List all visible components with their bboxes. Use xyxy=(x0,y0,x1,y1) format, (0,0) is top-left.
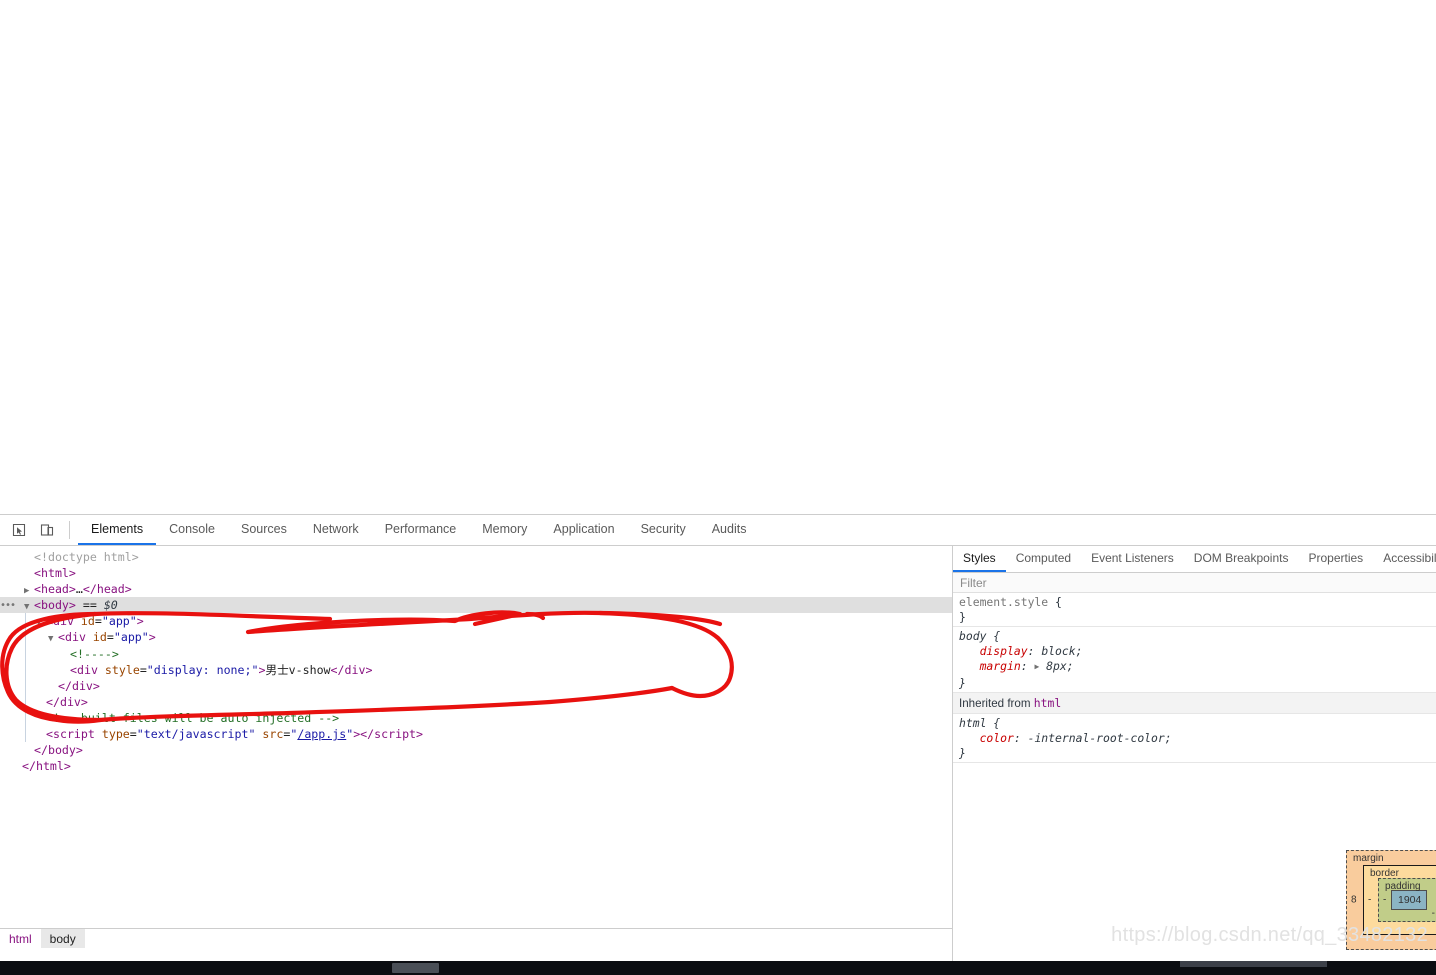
dom-tree-line[interactable]: <!-- built files will be auto injected -… xyxy=(0,710,952,726)
devtools-tab-strip: Elements Console Sources Network Perform… xyxy=(78,515,759,545)
box-model-diagram: margin 8 8 8 border - - - padding - xyxy=(1346,850,1436,950)
breadcrumb-item-html[interactable]: html xyxy=(0,929,41,948)
tab-properties[interactable]: Properties xyxy=(1298,546,1373,572)
scrollbar-thumb[interactable] xyxy=(392,963,439,973)
declaration-value[interactable]: 8px xyxy=(1046,659,1067,673)
tab-security[interactable]: Security xyxy=(628,515,699,545)
box-model-border-left[interactable]: - xyxy=(1368,895,1371,906)
dom-tree-pane[interactable]: <!doctype html> <html> ▶ <head>…</head> ••• ▼… xyxy=(0,546,952,962)
styles-filter-row xyxy=(953,573,1436,593)
box-model-padding-bottom[interactable]: - xyxy=(1432,908,1435,919)
declaration-value[interactable]: -internal-root-color xyxy=(1028,731,1165,745)
styles-tab-strip: Styles Computed Event Listeners DOM Brea… xyxy=(953,546,1436,573)
dom-tree-line[interactable]: ▼ <div id="app"> xyxy=(0,613,952,629)
declaration-name[interactable]: display xyxy=(980,644,1028,658)
dom-tree-line[interactable]: </div> xyxy=(0,678,952,694)
box-model-padding[interactable]: padding - - 1904 xyxy=(1378,878,1436,922)
chevron-right-icon[interactable]: ▶ xyxy=(1034,660,1039,675)
tab-elements[interactable]: Elements xyxy=(78,515,157,545)
tab-audits[interactable]: Audits xyxy=(699,515,760,545)
page-viewport[interactable] xyxy=(0,0,1436,514)
inherited-label: Inherited from xyxy=(959,697,1031,711)
dom-tree-line[interactable]: ••• ▼ <body> == $0 xyxy=(0,597,952,614)
box-model-margin[interactable]: margin 8 8 8 border - - - padding - xyxy=(1346,850,1436,950)
dom-tree-line[interactable]: ▼ <div id="app"> xyxy=(0,629,952,645)
scrollbar-track-highlight[interactable] xyxy=(1180,961,1327,967)
tab-event-listeners[interactable]: Event Listeners xyxy=(1081,546,1184,572)
tab-console[interactable]: Console xyxy=(156,515,228,545)
tab-accessibility[interactable]: Accessibility xyxy=(1373,546,1436,572)
more-options-icon[interactable]: ••• xyxy=(0,598,16,614)
rule-selector: html xyxy=(959,716,987,731)
dom-tree[interactable]: <!doctype html> <html> ▶ <head>…</head> ••• ▼… xyxy=(0,546,952,774)
box-model-margin-label: margin xyxy=(1353,853,1384,864)
declaration-value[interactable]: block xyxy=(1041,644,1075,658)
tab-application[interactable]: Application xyxy=(540,515,627,545)
breadcrumb: html body xyxy=(0,928,952,948)
tab-dom-breakpoints[interactable]: DOM Breakpoints xyxy=(1184,546,1299,572)
inherited-source-tag[interactable]: html xyxy=(1034,696,1061,710)
toolbar-divider xyxy=(69,521,70,539)
declaration-name[interactable]: margin xyxy=(980,659,1021,673)
dom-tree-line[interactable]: </html> xyxy=(0,758,952,774)
dom-tree-line[interactable]: </div> xyxy=(0,694,952,710)
inherited-from-header: Inherited from html xyxy=(953,693,1436,715)
dom-tree-line[interactable]: <div style="display: none;">男士v-show</di… xyxy=(0,662,952,678)
tab-computed[interactable]: Computed xyxy=(1006,546,1081,572)
breadcrumb-item-body[interactable]: body xyxy=(40,929,85,948)
rule-body[interactable]: body { display: block; margin: ▶ 8px; } xyxy=(953,627,1436,694)
browser-window: Elements Console Sources Network Perform… xyxy=(0,0,1436,975)
tab-styles[interactable]: Styles xyxy=(953,546,1006,572)
dom-tree-line[interactable]: <script type="text/javascript" src="/app… xyxy=(0,726,952,742)
tab-performance[interactable]: Performance xyxy=(372,515,470,545)
box-model-padding-label: padding xyxy=(1385,881,1421,892)
devtools-toolbar: Elements Console Sources Network Perform… xyxy=(0,515,1436,546)
box-model-border[interactable]: border - - - padding - - 1904 xyxy=(1363,865,1436,935)
rule-selector: body xyxy=(959,629,987,644)
box-model-padding-left[interactable]: - xyxy=(1383,895,1386,906)
box-model-content[interactable]: 1904 xyxy=(1391,890,1427,910)
inspect-element-icon[interactable] xyxy=(5,515,33,545)
tree-guide-line xyxy=(25,613,26,743)
rule-html[interactable]: html { color: -internal-root-color; } xyxy=(953,714,1436,764)
declaration-name[interactable]: color xyxy=(980,731,1014,745)
box-model-margin-left[interactable]: 8 xyxy=(1351,895,1357,906)
styles-pane: Styles Computed Event Listeners DOM Brea… xyxy=(953,546,1436,962)
tab-network[interactable]: Network xyxy=(300,515,372,545)
dom-tree-line[interactable]: ▶ <head>…</head> xyxy=(0,581,952,597)
tab-memory[interactable]: Memory xyxy=(469,515,540,545)
device-toolbar-icon[interactable] xyxy=(33,515,61,545)
rule-element-style[interactable]: element.style { } xyxy=(953,593,1436,628)
styles-filter-input[interactable] xyxy=(957,575,1391,590)
tab-sources[interactable]: Sources xyxy=(228,515,300,545)
dom-tree-line[interactable]: <html> xyxy=(0,565,952,581)
horizontal-scrollbar[interactable] xyxy=(0,961,1436,975)
devtools-panel: Elements Console Sources Network Perform… xyxy=(0,514,1436,962)
dom-tree-line[interactable]: <!----> xyxy=(0,646,952,662)
devtools-content: <!doctype html> <html> ▶ <head>…</head> ••• ▼… xyxy=(0,546,1436,962)
rule-selector: element.style xyxy=(959,595,1049,609)
dom-tree-line[interactable]: <!doctype html> xyxy=(0,549,952,565)
dom-tree-line[interactable]: </body> xyxy=(0,742,952,758)
